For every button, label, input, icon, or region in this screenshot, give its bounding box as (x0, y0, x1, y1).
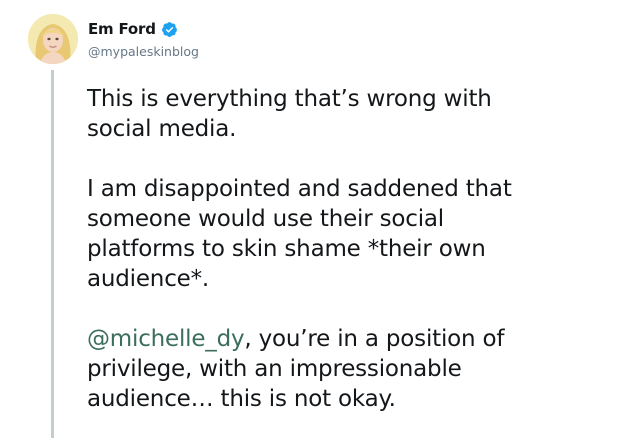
tweet-text: This is everything that’s wrong with soc… (87, 84, 607, 438)
avatar[interactable] (28, 14, 78, 64)
tweet-line: audience*. (87, 266, 209, 292)
tweet-line: This is everything that’s wrong with (87, 86, 492, 112)
tweet-line: privilege, with an impressionable (87, 356, 462, 382)
tweet-card: Em Ford @mypaleskinblog This is everythi… (0, 0, 627, 438)
tweet-line: @michelle_dy, you’re in a position of (87, 324, 607, 354)
profile-photo-icon (28, 14, 78, 64)
verified-badge-icon (161, 21, 178, 38)
author-handle[interactable]: @mypaleskinblog (88, 44, 199, 59)
tweet-line: platforms to skin shame *their own (87, 236, 486, 262)
author-name-row: Em Ford (88, 20, 178, 38)
tweet-line: I am disappointed and saddened that (87, 176, 512, 202)
tweet-line: social media. (87, 116, 237, 142)
tweet-paragraph-1: This is everything that’s wrong with soc… (87, 84, 607, 144)
tweet-line: someone would use their social (87, 206, 444, 232)
mention-link[interactable]: @michelle_dy (87, 326, 245, 352)
tweet-line-text: , you’re in a position of (244, 326, 505, 352)
thread-line (51, 70, 54, 438)
tweet-paragraph-2: I am disappointed and saddened that some… (87, 174, 607, 294)
tweet-line: audience… this is not okay. (87, 386, 396, 412)
author-display-name[interactable]: Em Ford (88, 20, 156, 38)
tweet-paragraph-3: @michelle_dy, you’re in a position of pr… (87, 324, 607, 414)
